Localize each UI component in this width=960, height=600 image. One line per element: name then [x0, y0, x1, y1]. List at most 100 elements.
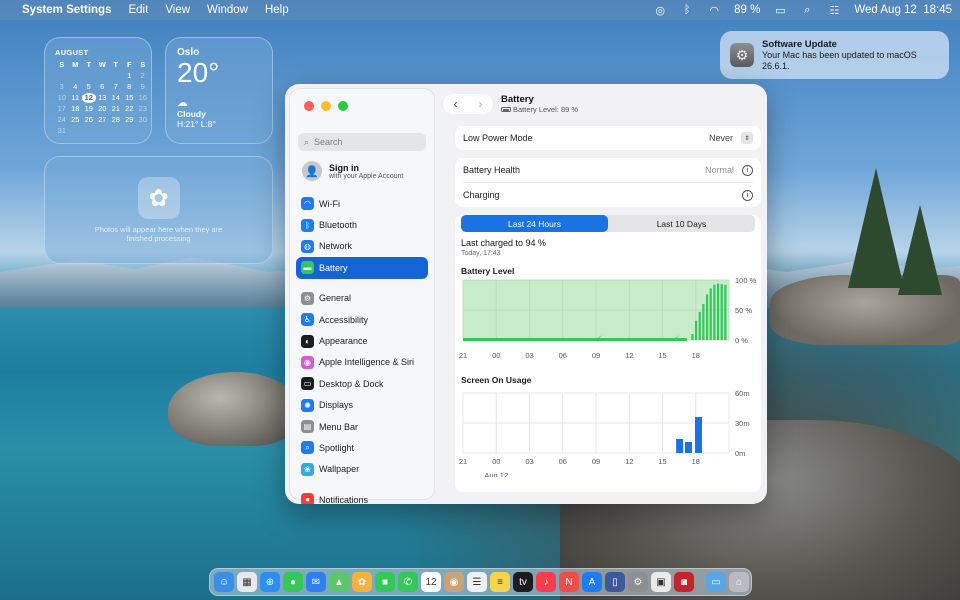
y-tick-label: 0m: [735, 449, 745, 458]
photos-widget[interactable]: ✿ Photos will appear here when they are …: [44, 156, 273, 264]
trash-icon[interactable]: ⌂: [729, 572, 749, 592]
tab-last-10-days[interactable]: Last 10 Days: [608, 215, 755, 232]
battery-percentage[interactable]: 89 %: [734, 4, 760, 16]
phone-icon[interactable]: ✆: [398, 572, 418, 592]
news-icon[interactable]: N: [559, 572, 579, 592]
calendar-day: [55, 71, 69, 81]
system-settings-icon[interactable]: ⚙: [628, 572, 648, 592]
menu-edit[interactable]: Edit: [128, 4, 148, 16]
calendar-weekday: S: [59, 60, 65, 69]
x-tick-label: 21: [459, 351, 467, 360]
info-icon[interactable]: i: [742, 164, 753, 176]
search-icon[interactable]: ⌕: [800, 4, 814, 17]
page-title: Battery: [501, 94, 534, 105]
sidebar-item-general[interactable]: ⚙ General: [296, 288, 428, 309]
calendar-day: 21: [111, 104, 120, 113]
menu-window[interactable]: Window: [207, 4, 248, 16]
messages-icon[interactable]: ●: [283, 572, 303, 592]
iphone-mirroring-icon[interactable]: ▯: [605, 572, 625, 592]
calendar-day: 25: [71, 115, 80, 124]
calendar-icon[interactable]: 12: [421, 572, 441, 592]
maps-icon[interactable]: ▲: [329, 572, 349, 592]
safari-icon[interactable]: ⊕: [260, 572, 280, 592]
calendar-day: [96, 126, 110, 136]
wifi-icon: ◠: [301, 197, 314, 211]
battery-icon[interactable]: ▭: [773, 4, 787, 17]
avatar: 👤: [302, 161, 322, 181]
calendar-day: 7: [113, 82, 118, 91]
sidebar-item-displays[interactable]: ✺ Displays: [296, 395, 428, 416]
sidebar-item-menu-bar[interactable]: ▤ Menu Bar: [296, 416, 428, 437]
airdrop-icon[interactable]: ◎: [653, 4, 667, 17]
settings-sidebar: ⌕ Search 👤 Sign in with your Apple Accou…: [289, 88, 435, 504]
preview-icon[interactable]: ▣: [651, 572, 671, 592]
reminders-icon[interactable]: ☰: [467, 572, 487, 592]
photo-booth-icon[interactable]: ◙: [674, 572, 694, 592]
calendar-today: 12: [82, 93, 96, 103]
downloads-folder-icon[interactable]: ▭: [706, 572, 726, 592]
charging-bolt-icon: ⚡: [674, 334, 680, 344]
back-button[interactable]: ‹: [454, 97, 458, 111]
mail-icon[interactable]: ✉: [306, 572, 326, 592]
screen-on-usage-chart[interactable]: 60m 30m 0m 21 00 03 06 09 12 15 18 Aug 12: [455, 385, 761, 480]
launchpad-icon[interactable]: ▦: [237, 572, 257, 592]
appstore-icon[interactable]: A: [582, 572, 602, 592]
x-tick-label: 03: [525, 351, 533, 360]
low-power-select[interactable]: Never ⇕: [709, 132, 753, 144]
forward-button[interactable]: ›: [479, 97, 483, 111]
wifi-icon[interactable]: ◠: [707, 4, 721, 17]
facetime-icon[interactable]: ■: [375, 572, 395, 592]
siri-icon: ◉: [301, 355, 314, 369]
finder-icon[interactable]: ☺: [214, 572, 234, 592]
photos-icon[interactable]: ✿: [352, 572, 372, 592]
sidebar-item-bluetooth[interactable]: ᛒ Bluetooth: [296, 214, 428, 235]
notification-title: Software Update: [762, 38, 837, 50]
sidebar-item-apple-intelligence-siri[interactable]: ◉ Apple Intelligence & Siri: [296, 352, 428, 373]
sidebar-item-network[interactable]: ◍ Network: [296, 236, 428, 257]
sidebar-item-label: Bluetooth: [319, 220, 358, 231]
music-icon[interactable]: ♪: [536, 572, 556, 592]
sidebar-item-label: Notifications: [319, 494, 369, 504]
bluetooth-icon[interactable]: ᛒ: [680, 4, 694, 16]
sidebar-item-accessibility[interactable]: ♿ Accessibility: [296, 309, 428, 330]
weather-widget[interactable]: Oslo 20° ☁ Cloudy H:21° L:8°: [165, 37, 273, 144]
sidebar-item-notifications[interactable]: ● Notifications: [296, 489, 428, 504]
sidebar-item-spotlight[interactable]: ⌕ Spotlight: [296, 437, 428, 458]
battery-level-chart[interactable]: ⚡ ⚡ 100 % 50 % 0 % 21 00 03 06 09 12 15 18: [455, 276, 761, 366]
menu-help[interactable]: Help: [265, 4, 289, 16]
sidebar-item-label: Battery: [319, 262, 348, 273]
minimize-button[interactable]: [321, 101, 331, 111]
sidebar-item-battery[interactable]: ▬ Battery: [296, 257, 428, 279]
battery-level-bar: [713, 284, 716, 340]
sidebar-item-wallpaper[interactable]: ❀ Wallpaper: [296, 459, 428, 480]
control-center-icon[interactable]: ☷: [827, 4, 841, 17]
tab-last-24-hours[interactable]: Last 24 Hours: [461, 215, 608, 232]
menu-view[interactable]: View: [165, 4, 190, 16]
calendar-day: 9: [140, 82, 145, 91]
apple-account-signin[interactable]: 👤 Sign in with your Apple Account: [302, 161, 428, 181]
photos-icon: ✿: [137, 177, 180, 219]
x-tick-label: 18: [692, 351, 700, 360]
calendar-widget[interactable]: AUGUST S M T W T F S 1 2 3 4 5 6 7 8 9 10 11 12 13 14 15 16 17 1…: [44, 37, 152, 144]
sidebar-group-notifications: ● Notifications: [296, 489, 428, 504]
dock: ☺ ▦ ⊕ ● ✉ ▲ ✿ ■ ✆ 12 ◉ ☰ ≡ tv ♪ N A ▯ ⚙ ▣ ◙ ▭ ⌂: [209, 568, 752, 596]
window-controls: [304, 101, 428, 111]
close-button[interactable]: [304, 101, 314, 111]
sidebar-item-label: Wi-Fi: [319, 198, 340, 209]
sidebar-item-appearance[interactable]: ◐ Appearance: [296, 330, 428, 351]
zoom-button[interactable]: [338, 101, 348, 111]
contacts-icon[interactable]: ◉: [444, 572, 464, 592]
calendar-day: 31: [57, 126, 66, 135]
sidebar-item-desktop-dock[interactable]: ▭ Desktop & Dock: [296, 373, 428, 394]
info-icon[interactable]: i: [742, 189, 753, 201]
menu-clock[interactable]: Wed Aug 12 18:45: [854, 4, 952, 16]
calendar-day: [82, 71, 96, 81]
calendar-weekday: M: [72, 60, 79, 69]
notes-icon[interactable]: ≡: [490, 572, 510, 592]
search-field[interactable]: ⌕ Search: [298, 133, 426, 151]
sidebar-item-wi-fi[interactable]: ◠ Wi-Fi: [296, 193, 428, 214]
menu-app-name[interactable]: System Settings: [22, 4, 111, 16]
calendar-day: 14: [111, 93, 120, 102]
software-update-notification[interactable]: ⚙ Software Update Your Mac has been upda…: [720, 31, 949, 79]
tv-icon[interactable]: tv: [513, 572, 533, 592]
